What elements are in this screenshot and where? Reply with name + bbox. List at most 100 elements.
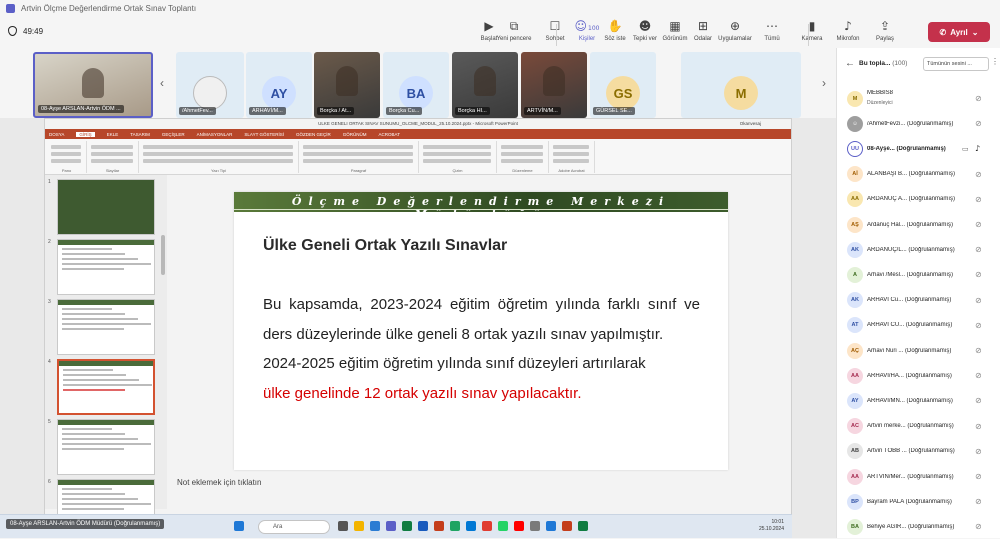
slide-thumbnail[interactable] <box>57 359 155 415</box>
mic-off-icon[interactable]: ⊘ <box>975 270 982 279</box>
ppt-tab[interactable]: GEÇİŞLER <box>162 132 185 137</box>
ribbon-control[interactable] <box>303 145 413 149</box>
chevron-left-icon[interactable]: ‹ <box>160 76 164 90</box>
ppt-tab[interactable]: ANİMASYONLAR <box>197 132 233 137</box>
app-icon[interactable] <box>530 521 540 531</box>
ribbon-control[interactable] <box>51 145 81 149</box>
participant-row[interactable]: UU 08-Ayşe... (Doğrulanmamış) ▭ ♪ <box>837 136 1000 161</box>
new-window-button[interactable]: ⧉ Yeni pencere <box>491 20 537 43</box>
mic-off-icon[interactable]: ⊘ <box>975 396 982 405</box>
participant-tile[interactable]: GS GÜRSEL SE... <box>590 52 656 118</box>
app-icon[interactable] <box>578 521 588 531</box>
taskbar-search[interactable]: Ara <box>258 520 330 534</box>
participant-tile[interactable]: ARTVİN/M... <box>521 52 587 118</box>
participant-row[interactable]: AA ARDANUÇ A... (Doğrulanmamış) ⊘ <box>837 187 1000 212</box>
participant-row[interactable]: Aİ ALANBAŞI B... (Doğrulanmamış) ⊘ <box>837 162 1000 187</box>
ppt-tab[interactable]: GÖRÜNÜM <box>343 132 367 137</box>
mic-off-icon[interactable]: ⊘ <box>975 346 982 355</box>
teams-icon[interactable] <box>386 521 396 531</box>
chrome-icon[interactable] <box>450 521 460 531</box>
participant-row[interactable]: ☺ /AhmetFevzi... (Doğrulanmamış) ⊘ <box>837 111 1000 136</box>
participant-tile[interactable]: 08-Ayşe ARSLAN-Artvin ÖDM ... <box>33 52 153 118</box>
participant-row[interactable]: BA Behiye AĞIR... (Doğrulanmamış) ⊘ <box>837 514 1000 539</box>
share-button[interactable]: ⇪ Paylaş <box>862 20 908 43</box>
app-icon[interactable] <box>514 521 524 531</box>
taskbar-clock[interactable]: 10:01 25.10.2024 <box>759 519 784 533</box>
mute-all-dropdown[interactable]: Tümünün sesini ... <box>923 57 989 71</box>
mic-off-icon[interactable]: ⊘ <box>975 170 982 179</box>
ribbon-control[interactable] <box>423 145 491 149</box>
participant-row[interactable]: BP Bayram PALA (Doğrulanmamış) ⊘ <box>837 489 1000 514</box>
ppt-tab[interactable]: ACROBAT <box>379 132 400 137</box>
taskview-icon[interactable] <box>338 521 348 531</box>
ribbon-control[interactable] <box>501 159 543 163</box>
ribbon-control[interactable] <box>91 159 133 163</box>
mic-on-icon[interactable]: ♪ <box>975 144 980 153</box>
ribbon-control[interactable] <box>303 152 413 156</box>
participant-row[interactable]: AY ARHAVİ/MN... (Doğrulanmamış) ⊘ <box>837 388 1000 413</box>
ribbon-control[interactable] <box>143 152 293 156</box>
ppt-tab[interactable]: TASARIM <box>130 132 150 137</box>
participant-row[interactable]: M MEBBİS8 Düzenleyici ⊘ <box>837 86 1000 111</box>
participant-row[interactable]: AK ARDANUÇ/L... (Doğrulanmamış) ⊘ <box>837 237 1000 262</box>
participant-row[interactable]: AA ARHAVİ/HA... (Doğrulanmamış) ⊘ <box>837 363 1000 388</box>
thumbnail-scrollbar[interactable] <box>161 235 165 275</box>
mic-off-icon[interactable]: ⊘ <box>975 245 982 254</box>
powerpoint-icon[interactable] <box>434 521 444 531</box>
slide-thumbnail[interactable] <box>57 419 155 475</box>
ribbon-control[interactable] <box>423 152 491 156</box>
ribbon-control[interactable] <box>51 159 81 163</box>
ribbon-control[interactable] <box>51 152 81 156</box>
participant-row[interactable]: AK ARHAVİ Cu... (Doğrulanmamış) ⊘ <box>837 288 1000 313</box>
slide-thumbnail[interactable] <box>57 239 155 295</box>
participant-row[interactable]: AC Artvin merke... (Doğrulanmamış) ⊘ <box>837 414 1000 439</box>
ribbon-control[interactable] <box>553 145 589 149</box>
ribbon-control[interactable] <box>143 145 293 149</box>
edge-icon[interactable] <box>370 521 380 531</box>
ribbon-control[interactable] <box>303 159 413 163</box>
acrobat-icon[interactable] <box>482 521 492 531</box>
ribbon-control[interactable] <box>553 152 589 156</box>
whatsapp-icon[interactable] <box>498 521 508 531</box>
participant-tile[interactable]: Borçka / At... <box>314 52 380 118</box>
participant-tile[interactable]: BA Borçka Cu... <box>383 52 449 118</box>
ppt-tab[interactable]: DOSYA <box>49 132 64 137</box>
ppt-tab[interactable]: SLAYT GÖSTERİSİ <box>244 132 284 137</box>
mic-off-icon[interactable]: ⊘ <box>975 472 982 481</box>
participant-row[interactable]: AT ARHAVİ CU... (Doğrulanmamış) ⊘ <box>837 313 1000 338</box>
mic-off-icon[interactable]: ⊘ <box>975 94 982 103</box>
ribbon-control[interactable] <box>143 159 293 163</box>
start-icon[interactable] <box>234 521 244 531</box>
ribbon-control[interactable] <box>91 152 133 156</box>
mic-off-icon[interactable]: ⊘ <box>975 321 982 330</box>
explorer-icon[interactable] <box>354 521 364 531</box>
app-icon[interactable] <box>546 521 556 531</box>
ribbon-control[interactable] <box>423 159 491 163</box>
ribbon-control[interactable] <box>91 145 133 149</box>
slide-thumbnail[interactable] <box>57 299 155 355</box>
participant-tile[interactable]: M <box>681 52 801 118</box>
word-icon[interactable] <box>418 521 428 531</box>
notes-placeholder[interactable]: Not eklemek için tıklatın <box>177 478 261 487</box>
more-options-icon[interactable]: ⋮ <box>991 57 999 66</box>
participant-tile[interactable]: /AhmetFev... <box>176 52 244 118</box>
participant-tile[interactable]: Borçka HI... <box>452 52 518 118</box>
slide-thumbnail[interactable] <box>57 179 155 235</box>
app-icon[interactable] <box>562 521 572 531</box>
ribbon-control[interactable] <box>501 145 543 149</box>
mic-off-icon[interactable]: ⊘ <box>975 522 982 531</box>
outlook-icon[interactable] <box>466 521 476 531</box>
participant-row[interactable]: A Arhavi /Mesl... (Doğrulanmamış) ⊘ <box>837 262 1000 287</box>
ppt-tab[interactable]: EKLE <box>107 132 119 137</box>
ppt-tab[interactable]: GÖZDEN GEÇİR <box>296 132 331 137</box>
mic-off-icon[interactable]: ⊘ <box>975 422 982 431</box>
ribbon-control[interactable] <box>501 152 543 156</box>
chevron-right-icon[interactable]: › <box>822 76 826 90</box>
excel-icon[interactable] <box>402 521 412 531</box>
participant-tile[interactable]: AY ARHAVİ/M... <box>246 52 312 118</box>
ribbon-control[interactable] <box>553 159 589 163</box>
mic-off-icon[interactable]: ⊘ <box>975 497 982 506</box>
participant-row[interactable]: AŞ Ardanuç Hal... (Doğrulanmamış) ⊘ <box>837 212 1000 237</box>
participant-row[interactable]: AÇ Arhavi Nuri ... (Doğrulanmamış) ⊘ <box>837 338 1000 363</box>
mic-off-icon[interactable]: ⊘ <box>975 220 982 229</box>
